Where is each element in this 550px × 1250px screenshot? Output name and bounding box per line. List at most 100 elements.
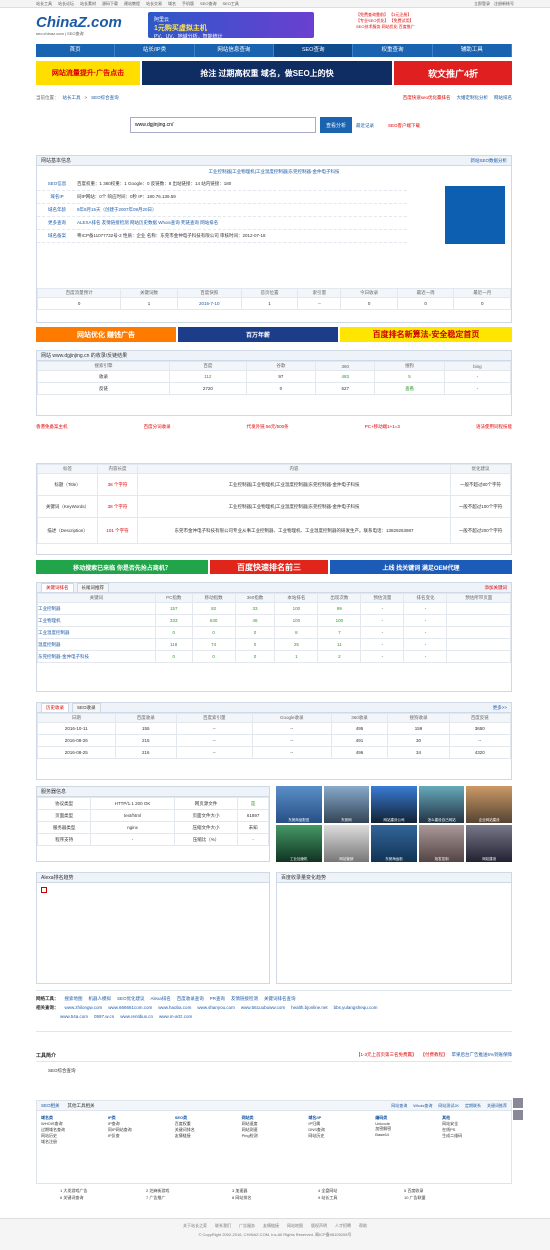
rank-item[interactable]: 6 关键词查询 — [60, 1195, 146, 1202]
ad-link[interactable]: 【免费试用】 — [390, 18, 414, 23]
topbar-link[interactable]: 站长论坛 — [58, 1, 74, 7]
footer-link[interactable]: IP归属 — [308, 1121, 320, 1126]
footer-link[interactable]: WHOIS查询 — [41, 1121, 63, 1126]
footer-link[interactable]: 关于站长之家 — [183, 1223, 207, 1229]
footer-link[interactable]: 人才招聘 — [335, 1223, 351, 1229]
thumbnail[interactable]: 网站营销 — [323, 825, 370, 862]
tab-seo-related[interactable]: SEO相关 — [41, 1103, 60, 1109]
text-ad[interactable]: 香港免备案主机 — [36, 424, 68, 452]
tool-link[interactable]: 机器人模拟 — [89, 994, 112, 1003]
nav-site-info[interactable]: 网站信息查询 — [195, 44, 274, 57]
cell[interactable]: 5 — [374, 370, 445, 383]
text-ad[interactable]: 语法使用同程技能 — [476, 424, 512, 452]
thumbnail[interactable]: 工业加速机 — [276, 825, 322, 862]
nav-seo[interactable]: SEO查询 — [273, 44, 354, 57]
related-link[interactable]: www.haoba.com — [158, 1003, 191, 1012]
text-ad[interactable]: 百度分词收录 — [144, 424, 171, 452]
ad-banner[interactable]: 百度排名新算法-安全稳定首页 — [340, 327, 512, 342]
footer-link[interactable]: DNS查询 — [308, 1127, 324, 1132]
logo[interactable]: ChinaZ.com seo.chinaz.com | SEO查询 — [36, 14, 122, 38]
keyword-link[interactable]: 温度控制器 — [37, 638, 156, 651]
header-ad[interactable]: 阿里云 1元购买虚拟主机 PV、UV、地域分析，智能统计 — [148, 12, 314, 40]
footer-link[interactable]: Ping检测 — [242, 1133, 258, 1138]
row-value[interactable]: ALEXA排名 友情链接检测 网站历史数据 Whois查询 死链查询 网站排名 — [77, 220, 218, 226]
keyword-link[interactable]: 工业物理机 — [37, 614, 156, 627]
footer-link[interactable]: 过期域名查询 — [41, 1127, 65, 1132]
topbar-link[interactable]: 站长工具 — [36, 1, 52, 7]
tab-history-index[interactable]: 历史收录 — [41, 703, 69, 712]
keyword-link[interactable]: 工业控制器 — [37, 602, 156, 615]
related-link[interactable]: www.zhilongw.com — [65, 1003, 103, 1012]
footer-link[interactable]: 关键词排名 — [175, 1127, 195, 1132]
ad-banner[interactable]: 百度快速排名前三 — [210, 560, 328, 574]
thumbnail[interactable]: 怎么建设自己网站 — [418, 786, 465, 823]
rank-item[interactable]: 4 全盘网站 — [318, 1188, 404, 1195]
intro-ad-link[interactable]: 苹果后台广告推送5%到账保障 — [451, 1052, 512, 1061]
panel-more-link[interactable]: 新站SEO数据分析 — [470, 156, 507, 165]
ad-banner[interactable]: 软文推广4折 — [394, 61, 512, 85]
thumbnail[interactable]: 网站建设 — [466, 825, 512, 862]
intro-ad-link[interactable]: 【付费教程】 — [420, 1052, 447, 1061]
footer-quick-link[interactable]: 定期联系 — [465, 1103, 481, 1109]
tab-keyword-rank[interactable]: 关键词排名 — [41, 583, 74, 592]
footer-quick-link[interactable]: Whois查询 — [413, 1103, 432, 1109]
thumbnail[interactable]: 网站建设公司 — [371, 786, 417, 823]
rank-item[interactable]: 9 站长工具 — [318, 1195, 404, 1202]
crumb-ad-link[interactable]: 大婚定制化分析 — [457, 95, 489, 103]
ad-banner[interactable]: 上线 找关键词 满足OEM代理 — [330, 560, 512, 574]
tab-longtail[interactable]: 长尾词推荐 — [76, 583, 109, 592]
recent-records[interactable]: 最近记录 — [356, 123, 374, 129]
register-link[interactable]: 注册新帐号 — [494, 1, 514, 7]
more-link[interactable]: 更多>> — [489, 704, 511, 712]
ad-banner[interactable]: 百万年薪 — [178, 327, 338, 342]
tab-other-tools[interactable]: 其他工具相关 — [68, 1103, 95, 1109]
footer-link[interactable]: 百度权重 — [175, 1121, 191, 1126]
related-link[interactable]: www.666661com.com — [108, 1003, 152, 1012]
footer-link[interactable]: Base64 — [375, 1132, 389, 1137]
related-link[interactable]: www.54a.com — [60, 1012, 88, 1021]
footer-link[interactable]: 网站速度 — [242, 1121, 258, 1126]
crumb-link[interactable]: 站长工具 — [63, 95, 81, 103]
add-keyword-link[interactable]: 添加关键词 — [481, 584, 512, 592]
tool-link[interactable]: SEO优化建议 — [117, 994, 145, 1003]
ad-banner[interactable]: 抢注 过期高权重 域名，做SEO上的快 — [142, 61, 392, 85]
tool-link[interactable]: Alexa排名 — [151, 994, 171, 1003]
login-link[interactable]: 立即登录 — [474, 1, 490, 7]
thumbnail[interactable]: 企业网站建设 — [466, 786, 512, 823]
nav-weight[interactable]: 权重查询 — [353, 44, 433, 57]
cell[interactable]: 112 — [169, 370, 247, 383]
related-link[interactable]: www.shanyou.com — [197, 1003, 235, 1012]
related-link[interactable]: health.bjonline.net — [291, 1003, 328, 1012]
keyword-link[interactable]: 工业温度控制器 — [37, 626, 156, 639]
feedback-button[interactable] — [513, 1098, 523, 1108]
ad-link[interactable]: 【专业SEO优化】 — [356, 18, 388, 23]
footer-link[interactable]: IP反查 — [108, 1133, 120, 1138]
rank-item[interactable]: 8 网站排名 — [232, 1195, 318, 1202]
footer-link[interactable]: 生成二维码 — [442, 1133, 462, 1138]
ad-banner[interactable]: 网站流量提升·广告点击 — [36, 61, 140, 85]
footer-link[interactable]: 友情链接 — [175, 1133, 191, 1138]
tab-seo-index[interactable]: SEO收录 — [72, 703, 101, 712]
domain-input[interactable] — [130, 117, 316, 133]
cell[interactable]: 2016-7-10 — [176, 297, 242, 310]
footer-link[interactable]: 帮助 — [359, 1223, 367, 1229]
ad-link[interactable]: 百度推广 — [399, 24, 415, 29]
footer-link[interactable]: 友情链接 — [263, 1223, 279, 1229]
ad-link[interactable]: 【3元注册】 — [389, 12, 411, 17]
rank-item[interactable]: 5 百度收录 — [404, 1188, 490, 1195]
ad-link[interactable]: SEO技术服务 — [356, 24, 380, 29]
text-ad[interactable]: 代发外链 56元/500条 — [247, 424, 289, 452]
footer-link[interactable]: IP查询 — [108, 1121, 120, 1126]
topbar-link[interactable]: 建站教程 — [124, 1, 140, 7]
footer-link[interactable]: 网站测速 — [242, 1127, 258, 1132]
rank-item[interactable]: 10 广告联盟 — [404, 1195, 490, 1202]
rank-item[interactable]: 2 芝麻街游戏 — [146, 1188, 232, 1195]
tool-link[interactable]: 关键词排名查询 — [264, 994, 296, 1003]
footer-link[interactable]: 广告服务 — [239, 1223, 255, 1229]
text-ad[interactable]: PC+移动端1+1=3 — [365, 424, 400, 452]
related-link[interactable]: 0597.w.cn — [94, 1012, 114, 1021]
footer-link[interactable]: 网站历史 — [308, 1133, 324, 1138]
footer-link[interactable]: 网站地图 — [287, 1223, 303, 1229]
related-link[interactable]: www.m-artz.com — [159, 1012, 192, 1021]
footer-link[interactable]: 网站历史 — [41, 1133, 57, 1138]
